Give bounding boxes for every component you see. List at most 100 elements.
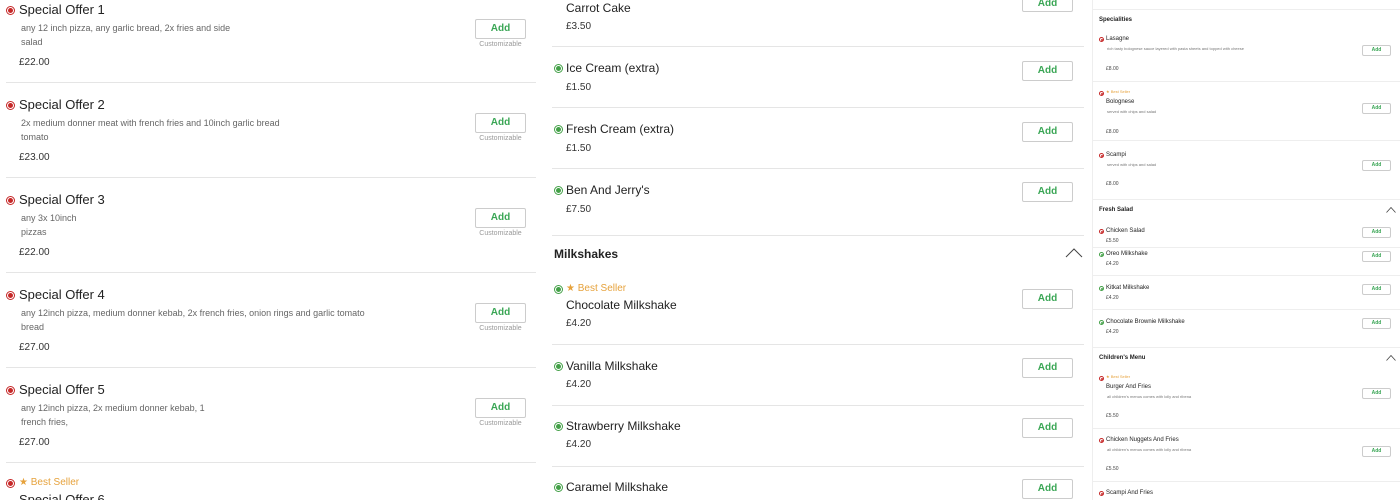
item-price: £4.20 (1106, 329, 1119, 335)
star-icon: ★ (1106, 374, 1110, 379)
add-button[interactable]: Add (475, 398, 526, 418)
veg-icon (554, 285, 563, 294)
veg-icon (1099, 320, 1104, 325)
menu-item-fresh-cream-extra: Fresh Cream (extra) £1.50 Add (552, 108, 1084, 169)
item-name: Special Offer 5 (19, 382, 105, 397)
section-header-childrens-menu[interactable]: Children's Menu (1093, 348, 1400, 370)
item-name: Special Offer 4 (19, 287, 105, 302)
item-price: £1.50 (566, 82, 592, 93)
item-description: any 12inch pizza, 2x medium donner kebab… (21, 403, 205, 427)
item-name: Fresh Cream (extra) (566, 122, 675, 136)
add-button[interactable]: Add (1362, 388, 1391, 399)
add-button[interactable]: Add (1362, 103, 1391, 114)
item-name: Strawberry Milkshake (566, 419, 681, 433)
customizable-label: Customizable (479, 230, 522, 237)
veg-icon (1099, 252, 1104, 257)
veg-icon (554, 483, 563, 492)
add-button[interactable]: Add (1362, 251, 1391, 262)
menu-item-oreo-milkshake: Oreo Milkshake £4.20 Add (1093, 248, 1400, 276)
add-button[interactable]: Add (1362, 45, 1391, 56)
menu-item-vanilla-milkshake: Vanilla Milkshake £4.20 Add (552, 345, 1084, 406)
customizable-label: Customizable (479, 135, 522, 142)
item-description: any 12inch pizza, medium donner kebab, 2… (21, 308, 365, 332)
item-description: all children's menus comes with lolly an… (1107, 447, 1192, 452)
item-price: £8.00 (1106, 66, 1119, 72)
add-button[interactable]: Add (1362, 160, 1391, 171)
offers-column: Special Offer 1 any 12 inch pizza, any g… (0, 0, 540, 500)
veg-icon (554, 186, 563, 195)
item-description: served with chips and salad (1107, 162, 1157, 167)
menu-item-ben-and-jerrys: Ben And Jerry's £7.50 Add (552, 169, 1084, 236)
non-veg-icon (6, 196, 15, 205)
item-price: £7.50 (566, 204, 592, 215)
item-description: rich tasty bolognese sauce layered with … (1107, 46, 1244, 51)
item-price: £5.50 (1106, 413, 1119, 419)
menu-item-special-offer-6: ★ Best Seller Special Offer 6 (6, 475, 536, 500)
non-veg-icon (6, 479, 15, 488)
item-name: Chocolate Brownie Milkshake (1106, 319, 1185, 325)
item-price: £4.20 (1106, 261, 1119, 267)
item-name: Chicken Salad (1106, 228, 1145, 234)
add-button[interactable]: Add (475, 208, 526, 228)
item-price: £5.50 (1106, 238, 1119, 244)
section-header-milkshakes[interactable]: Milkshakes (552, 236, 1084, 272)
section-title: Milkshakes (554, 247, 619, 261)
menu-item-special-offer-2: Special Offer 2 2x medium donner meat wi… (6, 95, 536, 178)
chevron-up-icon[interactable] (1386, 355, 1396, 361)
add-button[interactable]: Add (1022, 61, 1073, 81)
item-description: 2x medium donner meat with french fries … (21, 118, 280, 142)
add-button[interactable]: Add (1022, 289, 1073, 309)
item-price: £4.20 (566, 439, 592, 450)
add-button[interactable]: Add (475, 19, 526, 39)
item-price: £4.20 (566, 379, 592, 390)
non-veg-icon (1099, 491, 1104, 496)
add-button[interactable]: Add (1022, 0, 1073, 12)
section-header-fresh-salad[interactable]: Fresh Salad (1093, 200, 1400, 222)
add-button[interactable]: Add (1022, 358, 1073, 378)
customizable-label: Customizable (479, 41, 522, 48)
item-price: £22.00 (19, 247, 50, 258)
section-title: Fresh Salad (1099, 207, 1134, 213)
add-button[interactable]: Add (1362, 227, 1391, 238)
menu-item-chocolate-milkshake: ★ Best Seller Chocolate Milkshake £4.20 … (552, 278, 1084, 345)
menu-item-special-offer-4: Special Offer 4 any 12inch pizza, medium… (6, 285, 536, 368)
chevron-up-icon[interactable] (1386, 207, 1396, 213)
item-price: £5.50 (1106, 466, 1119, 472)
add-button[interactable]: Add (1022, 182, 1073, 202)
item-price: £1.50 (566, 143, 592, 154)
item-name: Chicken Nuggets And Fries (1106, 437, 1179, 443)
menu-item-scampi-and-fries: Scampi And Fries (1093, 482, 1400, 500)
add-button[interactable]: Add (1022, 122, 1073, 142)
item-price: £4.20 (1106, 295, 1119, 301)
item-price: £8.00 (1106, 181, 1119, 187)
item-price: £27.00 (19, 437, 50, 448)
add-button[interactable]: Add (1362, 446, 1391, 457)
menu-item-ice-cream-extra: Ice Cream (extra) £1.50 Add (552, 47, 1084, 108)
item-name: Lasagne (1106, 36, 1130, 42)
best-seller-badge: ★ Best Seller (1106, 89, 1131, 94)
menu-item-scampi: Scampi served with chips and salad £8.00… (1093, 141, 1400, 200)
menu-item-strawberry-milkshake: Strawberry Milkshake £4.20 Add (552, 406, 1084, 467)
menu-item-carrot-cake: Carrot Cake £3.50 Add (552, 0, 1084, 47)
menu-item-chicken-nuggets-and-fries: Chicken Nuggets And Fries all children's… (1093, 429, 1400, 482)
star-icon: ★ (1106, 89, 1110, 94)
chevron-up-icon[interactable] (1065, 248, 1083, 258)
menu-item-special-offer-3: Special Offer 3 any 3x 10inch pizzas £22… (6, 190, 536, 273)
add-button[interactable]: Add (1362, 318, 1391, 329)
add-button[interactable]: Add (1022, 418, 1073, 438)
best-seller-badge: ★ Best Seller (566, 283, 627, 294)
item-name: Bolognese (1106, 99, 1135, 105)
star-icon: ★ (566, 283, 575, 294)
non-veg-icon (1099, 153, 1104, 158)
add-button[interactable]: Add (475, 303, 526, 323)
side-menu-column: Specialities Lasagne rich tasty bolognes… (1092, 0, 1400, 500)
add-button[interactable]: Add (475, 113, 526, 133)
item-name: Oreo Milkshake (1106, 251, 1148, 257)
add-button[interactable]: Add (1362, 284, 1391, 295)
veg-icon (1099, 286, 1104, 291)
veg-icon (554, 422, 563, 431)
menu-item-kitkat-milkshake: Kitkat Milkshake £4.20 Add (1093, 276, 1400, 310)
item-description: all children's menus comes with lolly an… (1107, 394, 1192, 399)
add-button[interactable]: Add (1022, 479, 1073, 499)
section-header-specialities[interactable]: Specialities (1093, 10, 1400, 30)
